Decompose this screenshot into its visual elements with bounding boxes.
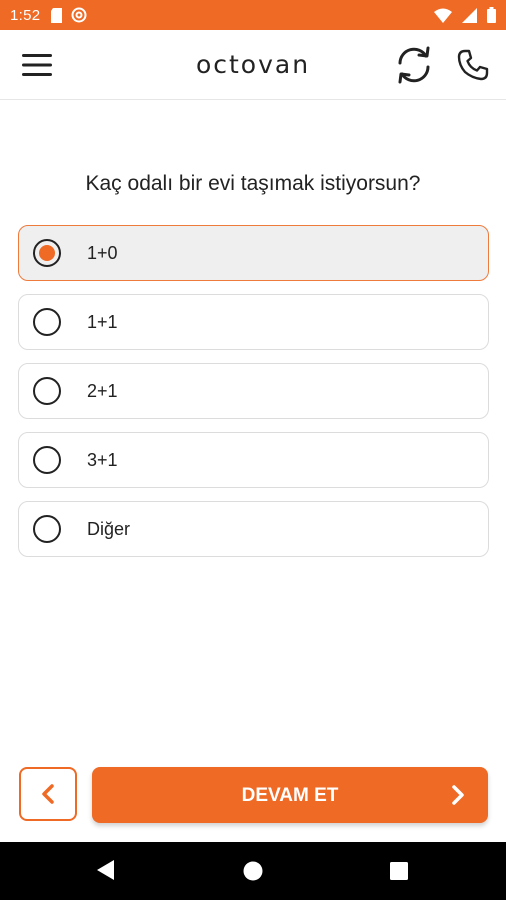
radio-selected-dot [39, 245, 55, 261]
sd-card-icon [51, 7, 63, 23]
radio-button[interactable] [33, 515, 61, 543]
wifi-icon [434, 8, 452, 23]
radio-button[interactable] [33, 308, 61, 336]
status-bar: 1:52 [0, 0, 506, 30]
refresh-icon [398, 46, 430, 84]
nav-recents-icon[interactable] [390, 862, 408, 880]
cellular-signal-icon [462, 7, 477, 23]
refresh-button[interactable] [392, 44, 436, 86]
question-text: Kaç odalı bir evi taşımak istiyorsun? [85, 172, 421, 195]
option-3-1[interactable]: 3+1 [18, 432, 489, 488]
option-label: 3+1 [87, 450, 118, 470]
option-1-0[interactable]: 1+0 [18, 225, 489, 281]
continue-button-label: DEVAM ET [241, 785, 339, 806]
system-navigation-bar [0, 842, 506, 900]
option-label: 1+1 [87, 312, 118, 332]
option-other[interactable]: Diğer [18, 501, 489, 557]
room-count-options: 1+0 1+1 2+1 3+1 Diğer [18, 225, 489, 570]
option-label: Diğer [87, 519, 131, 539]
phone-icon [457, 49, 489, 81]
chevron-left-icon [42, 784, 54, 804]
radio-button[interactable] [33, 377, 61, 405]
radio-button[interactable] [33, 239, 61, 267]
call-button[interactable] [456, 48, 490, 82]
nav-home-icon[interactable] [243, 861, 263, 881]
sync-status-icon [71, 7, 87, 23]
radio-button[interactable] [33, 446, 61, 474]
back-button[interactable] [19, 767, 77, 821]
battery-icon [487, 7, 496, 23]
status-time: 1:52 [10, 6, 41, 24]
chevron-right-icon [452, 785, 464, 805]
option-label: 2+1 [87, 381, 118, 401]
option-label: 1+0 [87, 243, 118, 263]
status-notification-icons [50, 7, 87, 23]
nav-back-icon[interactable] [96, 859, 116, 881]
continue-button[interactable]: DEVAM ET [92, 767, 488, 823]
app-bar: octovan [0, 30, 506, 100]
option-1-1[interactable]: 1+1 [18, 294, 489, 350]
option-2-1[interactable]: 2+1 [18, 363, 489, 419]
